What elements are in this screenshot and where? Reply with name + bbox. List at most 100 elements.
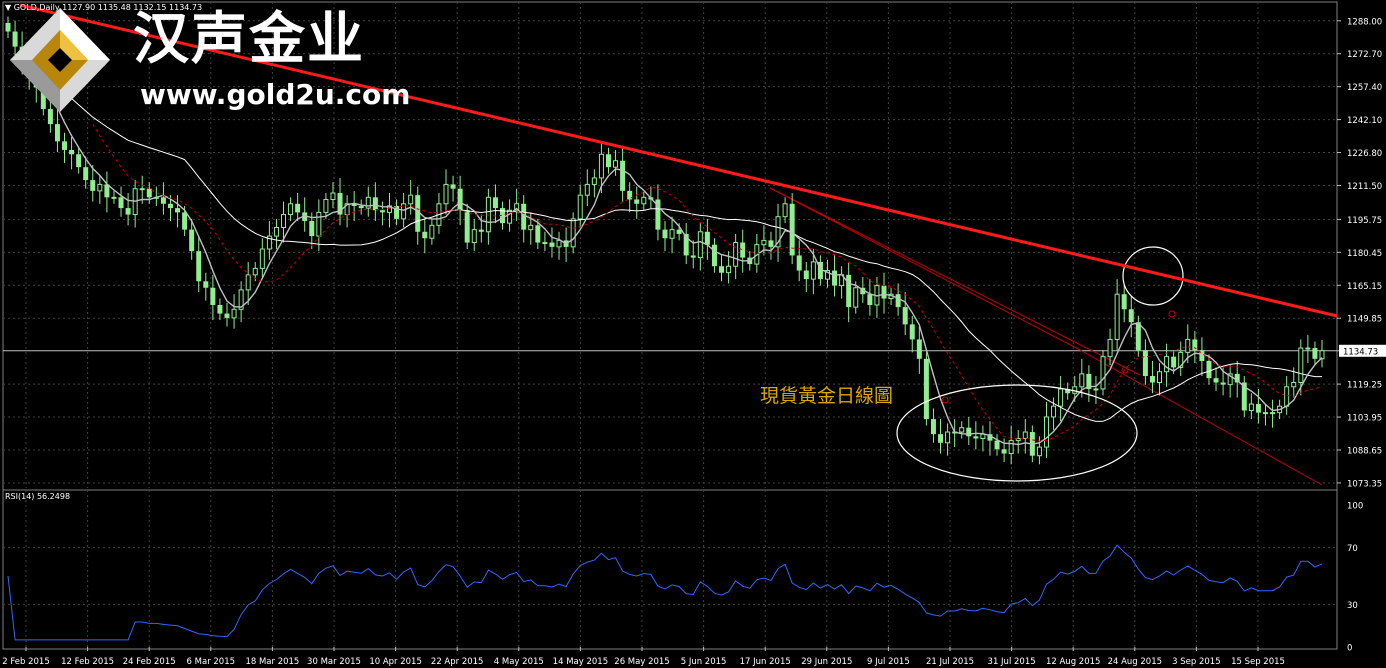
rsi-tick-label: 0 [1347, 644, 1352, 654]
candle-body-up [556, 239, 562, 248]
candle-body-up [330, 192, 336, 200]
time-tick-label: 10 Apr 2015 [369, 657, 422, 667]
candle-body-down [457, 188, 463, 211]
candle-body-up [429, 224, 435, 239]
time-tick-label: 5 Jun 2015 [681, 657, 727, 667]
candle-body-up [1079, 373, 1085, 388]
price-tick-label: 1180.45 [1347, 249, 1382, 259]
candle-body-up [1043, 416, 1049, 448]
candle-body-down [620, 160, 626, 191]
time-tick-label: 15 Sep 2015 [1231, 657, 1285, 667]
candle-body-up [443, 183, 449, 205]
candle-body-up [669, 229, 675, 239]
time-tick-label: 4 May 2015 [494, 657, 544, 667]
candle-body-up [1185, 338, 1191, 353]
candle-body-down [478, 229, 484, 232]
candle-body-down [464, 210, 470, 243]
time-tick-label: 14 May 2015 [553, 657, 608, 667]
candle-body-up [577, 194, 583, 220]
candle-body-down [1121, 294, 1127, 310]
candle-body-down [895, 294, 901, 308]
time-tick-label: 17 Jun 2015 [740, 657, 791, 667]
candle-body-up [1157, 371, 1163, 383]
candle-body-up [401, 203, 407, 220]
time-tick-label: 22 Apr 2015 [431, 657, 484, 667]
candle-body-down [973, 436, 979, 439]
rsi-tick-label: 70 [1347, 544, 1358, 554]
candle-body-down [711, 244, 717, 267]
candle-body-down [54, 124, 60, 142]
candle-body-down [1171, 356, 1177, 368]
candle-body-up [1058, 388, 1064, 407]
candle-body-down [203, 281, 209, 288]
candle-body-up [980, 433, 986, 439]
candle-body-down [966, 427, 972, 437]
candle-body-down [83, 167, 89, 181]
candle-body-down [994, 440, 1000, 450]
candle-body-up [810, 261, 816, 280]
candle-body-down [916, 339, 922, 359]
candle-body-down [295, 203, 301, 213]
candle-body-up [782, 203, 788, 218]
candle-body-down [90, 180, 96, 191]
candle-body-down [69, 149, 75, 155]
candle-body-up [281, 214, 287, 228]
candle-body-up [1107, 338, 1113, 358]
candle-body-down [1001, 449, 1007, 454]
candle-body-down [930, 419, 936, 435]
time-tick-label: 31 Jul 2015 [988, 657, 1036, 667]
candle-body-down [224, 313, 230, 318]
candle-body-up [959, 427, 965, 433]
price-tick-label: 1226.80 [1347, 149, 1382, 159]
candle-body-down [1220, 382, 1226, 385]
candle-body-up [584, 183, 590, 196]
candle-body-down [210, 287, 216, 305]
candle-body-down [605, 154, 611, 168]
candle-body-down [535, 225, 541, 243]
candle-body-up [1008, 440, 1014, 455]
rsi-tick-label: 100 [1347, 502, 1363, 512]
candle-body-down [768, 240, 774, 247]
candle-body-down [1128, 309, 1134, 323]
candle-body-up [613, 160, 619, 168]
candle-body-up [259, 248, 265, 269]
watermark: 汉声金业 www.gold2u.com [0, 0, 420, 120]
rsi-label: RSI(14) 56.2498 [5, 492, 71, 501]
candle-body-up [591, 177, 597, 185]
time-tick-label: 30 Mar 2015 [307, 657, 361, 667]
candle-body-up [1284, 386, 1290, 407]
candle-body-down [909, 324, 915, 340]
candle-body-down [881, 285, 887, 299]
candle-body-down [902, 307, 908, 325]
candle-body-up [231, 308, 237, 319]
candle-body-down [175, 208, 181, 213]
time-tick-label: 9 Jul 2015 [867, 657, 910, 667]
candle-body-up [1114, 293, 1120, 340]
candle-body-down [1206, 360, 1212, 379]
price-tick-label: 1119.25 [1347, 381, 1382, 391]
candle-body-down [379, 210, 385, 213]
price-tick-label: 1288.00 [1347, 17, 1382, 27]
price-tick-label: 1195.75 [1347, 216, 1382, 226]
candle-body-down [189, 229, 195, 252]
price-tick-label: 1088.65 [1347, 446, 1382, 456]
time-tick-label: 3 Sep 2015 [1172, 657, 1220, 667]
candle-body-up [528, 224, 534, 231]
candle-body-up [1022, 431, 1028, 439]
current-price-label: 1134.73 [1343, 347, 1378, 357]
candle-body-up [761, 239, 767, 246]
candle-body-up [408, 194, 414, 205]
time-tick-label: 6 Mar 2015 [187, 657, 235, 667]
candle-body-up [1051, 405, 1057, 418]
candle-body-down [1135, 322, 1141, 351]
candle-body-down [118, 197, 124, 209]
candle-body-down [450, 184, 456, 189]
candle-body-down [217, 304, 223, 314]
price-tick-label: 1073.35 [1347, 479, 1382, 489]
candle-body-up [1291, 381, 1297, 388]
price-tick-label: 1257.40 [1347, 83, 1382, 93]
candle-body-down [76, 154, 82, 168]
candle-body-up [598, 153, 604, 179]
candle-body-down [704, 231, 710, 245]
candle-body-down [372, 197, 378, 211]
